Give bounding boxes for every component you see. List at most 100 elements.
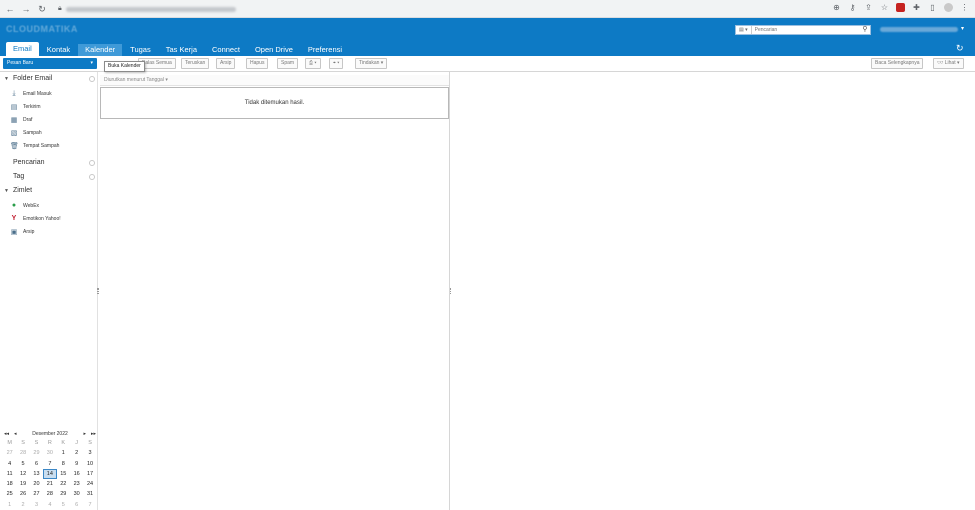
tab-tasks[interactable]: Tugas	[123, 44, 158, 56]
calendar-day[interactable]: 4	[3, 459, 16, 469]
tab-contacts[interactable]: Kontak	[40, 44, 77, 56]
delete-button[interactable]: Hapus	[246, 58, 269, 69]
sort-header[interactable]: Diurutkan menurut Tanggal ▾	[100, 75, 449, 86]
calendar-day[interactable]: 7	[83, 500, 96, 510]
tag-button[interactable]: ⌖ ▾	[329, 58, 344, 69]
next-month-icon[interactable]: ▸	[83, 430, 86, 438]
calendar-day[interactable]: 29	[57, 489, 70, 499]
calendar-day[interactable]: 2	[16, 500, 29, 510]
sidebar-item-trash[interactable]: 🗑︎ Tempat Sampah	[10, 142, 59, 150]
calendar-day[interactable]: 24	[83, 479, 96, 489]
calendar-day[interactable]: 12	[16, 469, 29, 479]
sidebar-item-webex[interactable]: ● WebEx	[10, 202, 39, 209]
triangle-down-icon[interactable]: ▼	[4, 76, 9, 82]
spam-button[interactable]: Spam	[277, 58, 299, 69]
tab-briefcase[interactable]: Tas Kerja	[159, 44, 204, 56]
reload-icon[interactable]: ↻	[36, 3, 48, 15]
search-input[interactable]	[751, 26, 860, 34]
calendar-day[interactable]: 22	[57, 479, 70, 489]
calendar-day[interactable]: 26	[16, 489, 29, 499]
gear-icon[interactable]	[89, 160, 95, 166]
calendar-day[interactable]: 20	[30, 479, 43, 489]
user-account-name[interactable]	[880, 27, 958, 32]
address-bar[interactable]: 🔒︎	[58, 3, 818, 15]
search-icon[interactable]: ⚲	[860, 26, 870, 34]
calendar-day[interactable]: 7	[43, 459, 56, 469]
calendar-day[interactable]: 28	[43, 489, 56, 499]
back-icon[interactable]: ←	[4, 3, 16, 15]
calendar-day[interactable]: 31	[83, 489, 96, 499]
sidebar-resize-handle[interactable]	[97, 288, 99, 294]
calendar-day[interactable]: 6	[70, 500, 83, 510]
calendar-day[interactable]: 11	[3, 469, 16, 479]
forward-button[interactable]: Teruskan	[181, 58, 210, 69]
actions-button[interactable]: Tindakan ▾	[355, 58, 388, 69]
calendar-day[interactable]: 13	[30, 469, 43, 479]
key-icon[interactable]: ⚷	[848, 3, 857, 12]
location-icon[interactable]: ⊕	[832, 3, 841, 12]
calendar-day-today[interactable]: 14	[43, 468, 57, 480]
calendar-day[interactable]: 8	[57, 459, 70, 469]
sidebar-item-archive-zimlet[interactable]: ▣ Arsip	[10, 228, 35, 236]
extension-pdf-icon[interactable]	[896, 3, 905, 12]
search-section-header[interactable]: Pencarian	[13, 159, 45, 166]
prev-year-icon[interactable]: ◂◂	[4, 430, 9, 438]
calendar-day[interactable]: 30	[43, 448, 56, 458]
profile-avatar[interactable]	[944, 3, 953, 12]
calendar-day[interactable]: 27	[30, 489, 43, 499]
calendar-day[interactable]: 27	[3, 448, 16, 458]
chevron-down-icon[interactable]: ▾	[90, 58, 93, 69]
calendar-day[interactable]: 2	[70, 448, 83, 458]
sidebar-icon[interactable]: ▯	[928, 3, 937, 12]
zimlets-section-header[interactable]: ▼ Zimlet	[4, 187, 32, 194]
chevron-down-icon[interactable]: ▾	[961, 25, 964, 32]
calendar-day[interactable]: 28	[16, 448, 29, 458]
gear-icon[interactable]	[89, 174, 95, 180]
sidebar-item-drafts[interactable]: ▦ Draf	[10, 116, 33, 124]
forward-icon[interactable]: →	[20, 3, 32, 15]
refresh-icon[interactable]: ↻	[956, 43, 964, 54]
extensions-puzzle-icon[interactable]: ✚	[912, 3, 921, 12]
calendar-day[interactable]: 25	[3, 489, 16, 499]
calendar-day[interactable]: 23	[70, 479, 83, 489]
calendar-day[interactable]: 9	[70, 459, 83, 469]
calendar-day[interactable]: 4	[43, 500, 56, 510]
calendar-day[interactable]: 16	[70, 469, 83, 479]
calendar-day[interactable]: 29	[30, 448, 43, 458]
tab-email[interactable]: Email	[6, 42, 39, 56]
sidebar-item-sent[interactable]: ▤ Terkirim	[10, 103, 41, 111]
archive-button[interactable]: Arsip	[216, 58, 236, 69]
tab-connect[interactable]: Connect	[205, 44, 247, 56]
triangle-down-icon[interactable]: ▼	[4, 188, 9, 194]
calendar-day[interactable]: 1	[3, 500, 16, 510]
calendar-day[interactable]: 5	[16, 459, 29, 469]
calendar-day[interactable]: 21	[43, 479, 56, 489]
calendar-day[interactable]: 30	[70, 489, 83, 499]
tab-calendar[interactable]: Kalender	[78, 44, 123, 56]
calendar-day[interactable]: 15	[57, 469, 70, 479]
calendar-day[interactable]: 19	[16, 479, 29, 489]
calendar-day[interactable]: 17	[83, 469, 96, 479]
calendar-day[interactable]: 3	[83, 448, 96, 458]
sidebar-item-junk[interactable]: ▧ Sampah	[10, 129, 42, 137]
calendar-day[interactable]: 5	[57, 500, 70, 510]
folders-section-header[interactable]: ▼ Folder Email	[4, 75, 52, 82]
sidebar-item-yahoo-emoticons[interactable]: Y Emotikon Yahoo!	[10, 215, 61, 222]
tab-open-drive[interactable]: Open Drive	[248, 44, 300, 56]
calendar-day[interactable]: 18	[3, 479, 16, 489]
calendar-day[interactable]: 10	[83, 459, 96, 469]
gear-icon[interactable]	[89, 76, 95, 82]
bookmark-star-icon[interactable]: ☆	[880, 3, 889, 12]
prev-month-icon[interactable]: ◂	[14, 430, 17, 438]
next-year-icon[interactable]: ▸▸	[91, 430, 96, 438]
calendar-day[interactable]: 3	[30, 500, 43, 510]
print-button[interactable]: ⎙ ▾	[305, 58, 321, 69]
calendar-day[interactable]: 6	[30, 459, 43, 469]
search-scope-dropdown[interactable]: ▤ ▾	[736, 26, 752, 34]
share-icon[interactable]: ⇪	[864, 3, 873, 12]
new-message-button[interactable]: Pesan Baru ▾	[3, 58, 97, 69]
sidebar-item-inbox[interactable]: ⤓ Email Masuk	[10, 90, 51, 98]
tab-preferences[interactable]: Preferensi	[301, 44, 349, 56]
read-more-button[interactable]: Baca Selengkapnya	[871, 58, 924, 69]
tags-section-header[interactable]: Tag	[13, 173, 24, 180]
